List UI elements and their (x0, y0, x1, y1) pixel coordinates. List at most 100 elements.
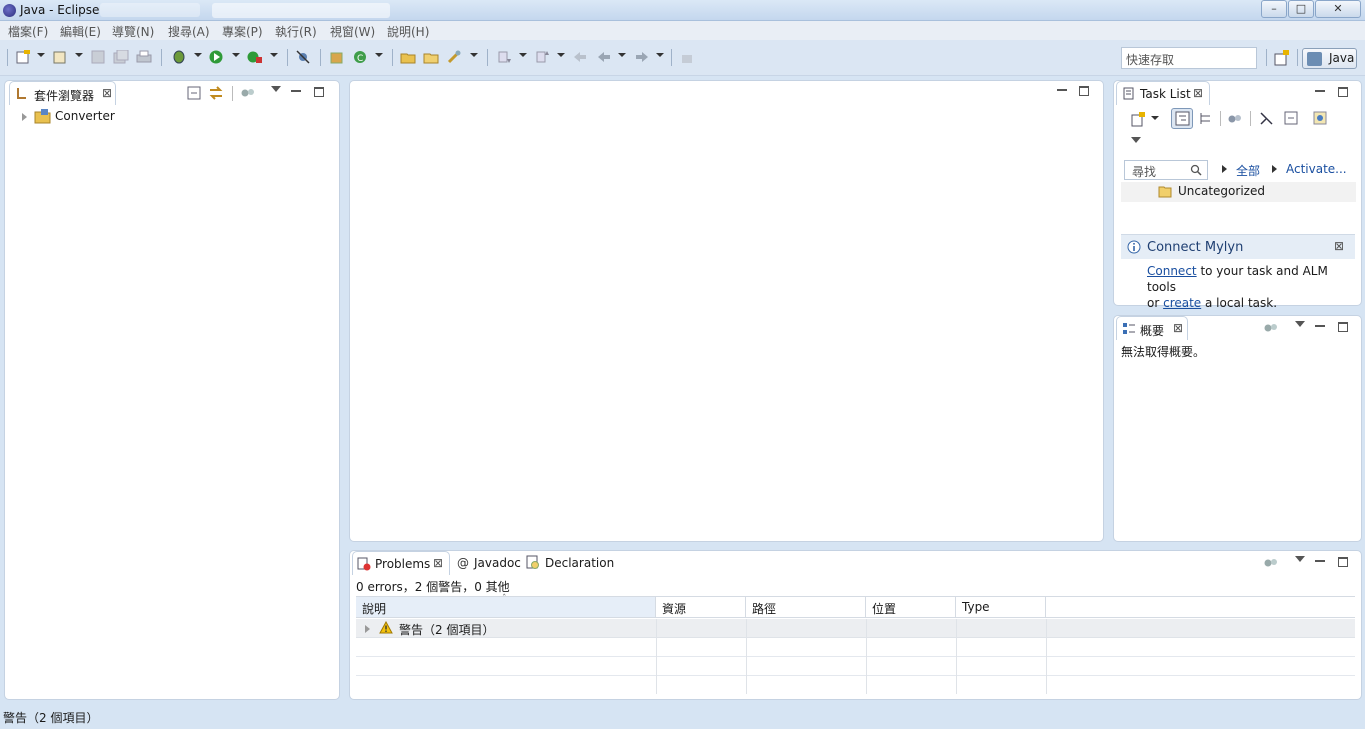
close-icon[interactable]: ⊠ (1334, 239, 1344, 253)
external-tools-dropdown-icon[interactable] (270, 53, 278, 57)
open-type-icon[interactable] (400, 50, 416, 64)
quick-access-input[interactable]: 快速存取 (1121, 47, 1257, 69)
tab-task-list[interactable]: Task List ⊠ (1116, 81, 1210, 105)
back-dropdown-icon[interactable] (618, 53, 626, 57)
focus-on-active-task-icon[interactable] (241, 87, 255, 99)
minimize-view-button[interactable] (291, 90, 301, 92)
view-menu-icon[interactable] (271, 86, 281, 92)
scheduled-icon[interactable] (1198, 111, 1213, 126)
tab-package-explorer[interactable]: 套件瀏覽器 ⊠ (9, 81, 116, 105)
save-all-icon[interactable] (113, 50, 129, 64)
synchronize-icon[interactable] (1312, 110, 1328, 126)
print-icon[interactable] (136, 50, 152, 64)
close-icon[interactable]: ⊠ (433, 556, 443, 570)
forward-dropdown-icon[interactable] (656, 53, 664, 57)
external-tools-icon[interactable] (247, 50, 263, 64)
next-annotation-icon[interactable] (497, 50, 513, 64)
collapse-all-icon[interactable] (1284, 111, 1298, 125)
close-icon[interactable]: ⊠ (1193, 86, 1203, 100)
forward-icon[interactable] (634, 50, 650, 64)
column-header-type[interactable]: Type (956, 597, 1046, 617)
menu-project[interactable]: 專案(P) (222, 23, 263, 40)
expand-arrow-icon[interactable] (1222, 165, 1227, 173)
tab-problems[interactable]: Problems ⊠ (352, 551, 450, 575)
close-icon[interactable]: ⊠ (102, 86, 112, 100)
java-perspective-button[interactable]: Java (1302, 48, 1357, 69)
expand-arrow-icon[interactable] (365, 625, 370, 633)
menu-search[interactable]: 搜尋(A) (168, 23, 210, 40)
search-tool-icon[interactable] (447, 50, 463, 64)
link-with-editor-icon[interactable] (208, 85, 224, 101)
run-icon[interactable] (209, 50, 225, 64)
tab-outline[interactable]: 概要 ⊠ (1116, 316, 1188, 340)
back-icon[interactable] (596, 50, 612, 64)
maximize-button[interactable]: □ (1288, 0, 1314, 18)
new-dropdown-icon[interactable] (37, 53, 45, 57)
maximize-view-button[interactable] (1338, 557, 1348, 567)
menu-help[interactable]: 說明(H) (387, 23, 429, 40)
menu-navigate[interactable]: 導覽(N) (112, 23, 154, 40)
focus-workweek-icon[interactable] (1228, 113, 1243, 125)
new-java-package-icon[interactable] (329, 50, 345, 64)
column-header-description[interactable]: 說明 ˆ (356, 594, 656, 617)
menu-window[interactable]: 視窗(W) (330, 23, 375, 40)
previous-annotation-dropdown-icon[interactable] (557, 53, 565, 57)
skip-breakpoints-icon[interactable] (295, 50, 311, 64)
previous-annotation-icon[interactable] (535, 50, 551, 64)
minimize-button[interactable]: – (1261, 0, 1287, 18)
new-package-dropdown-icon[interactable] (75, 53, 83, 57)
minimize-view-button[interactable] (1315, 560, 1325, 562)
new-task-dropdown-icon[interactable] (1151, 116, 1159, 120)
close-icon[interactable]: ⊠ (1173, 321, 1183, 335)
save-icon[interactable] (90, 50, 106, 64)
view-menu-icon[interactable] (1295, 321, 1305, 327)
tab-declaration[interactable]: Declaration (545, 556, 614, 570)
view-menu-icon[interactable] (1295, 556, 1305, 562)
column-header-location[interactable]: 位置 (866, 597, 956, 617)
task-search-input[interactable]: 尋找 (1124, 160, 1208, 180)
maximize-editor-button[interactable] (1079, 86, 1089, 96)
run-dropdown-icon[interactable] (232, 53, 240, 57)
focus-on-active-task-icon[interactable] (1264, 322, 1278, 334)
maximize-view-button[interactable] (1338, 322, 1348, 332)
menu-file[interactable]: 檔案(F) (8, 23, 48, 40)
maximize-view-button[interactable] (1338, 87, 1348, 97)
close-button[interactable]: ✕ (1315, 0, 1361, 18)
debug-dropdown-icon[interactable] (194, 53, 202, 57)
minimize-view-button[interactable] (1315, 325, 1325, 327)
minimize-editor-button[interactable] (1057, 89, 1067, 91)
tab-javadoc[interactable]: Javadoc (474, 556, 521, 570)
column-header-resource[interactable]: 資源 (656, 597, 746, 617)
open-perspective-icon[interactable] (1273, 49, 1291, 67)
expand-arrow-icon[interactable] (1272, 165, 1277, 173)
categorized-toggle-button[interactable] (1171, 108, 1193, 129)
create-link[interactable]: create (1163, 296, 1201, 310)
next-annotation-dropdown-icon[interactable] (519, 53, 527, 57)
hide-completed-icon[interactable] (1259, 111, 1274, 126)
last-edit-icon[interactable] (572, 50, 588, 64)
collapse-all-icon[interactable] (187, 86, 201, 100)
table-row[interactable]: 警告（2 個項目） (356, 619, 1355, 638)
menu-run[interactable]: 執行(R) (275, 23, 317, 40)
connect-link[interactable]: Connect (1147, 264, 1197, 278)
new-icon[interactable] (15, 50, 31, 64)
pin-editor-icon[interactable] (679, 50, 695, 64)
activate-task-link[interactable]: Activate... (1286, 162, 1347, 176)
new-package-icon[interactable] (52, 50, 68, 64)
new-class-icon[interactable]: C (353, 50, 369, 64)
tree-item-converter[interactable]: Converter (55, 109, 115, 123)
expand-arrow-icon[interactable] (22, 113, 27, 121)
menu-edit[interactable]: 編輯(E) (60, 23, 101, 40)
focus-on-active-task-icon[interactable] (1264, 557, 1278, 569)
filter-all-link[interactable]: 全部 (1236, 162, 1260, 179)
new-task-icon[interactable] (1130, 111, 1146, 127)
maximize-view-button[interactable] (314, 87, 324, 97)
search-dropdown-icon[interactable] (470, 53, 478, 57)
minimize-view-button[interactable] (1315, 90, 1325, 92)
task-category-row[interactable]: Uncategorized (1121, 182, 1356, 202)
open-task-icon[interactable] (423, 50, 439, 64)
debug-icon[interactable] (171, 50, 187, 64)
column-header-path[interactable]: 路徑 (746, 597, 866, 617)
view-menu-icon[interactable] (1131, 137, 1141, 143)
new-class-dropdown-icon[interactable] (375, 53, 383, 57)
